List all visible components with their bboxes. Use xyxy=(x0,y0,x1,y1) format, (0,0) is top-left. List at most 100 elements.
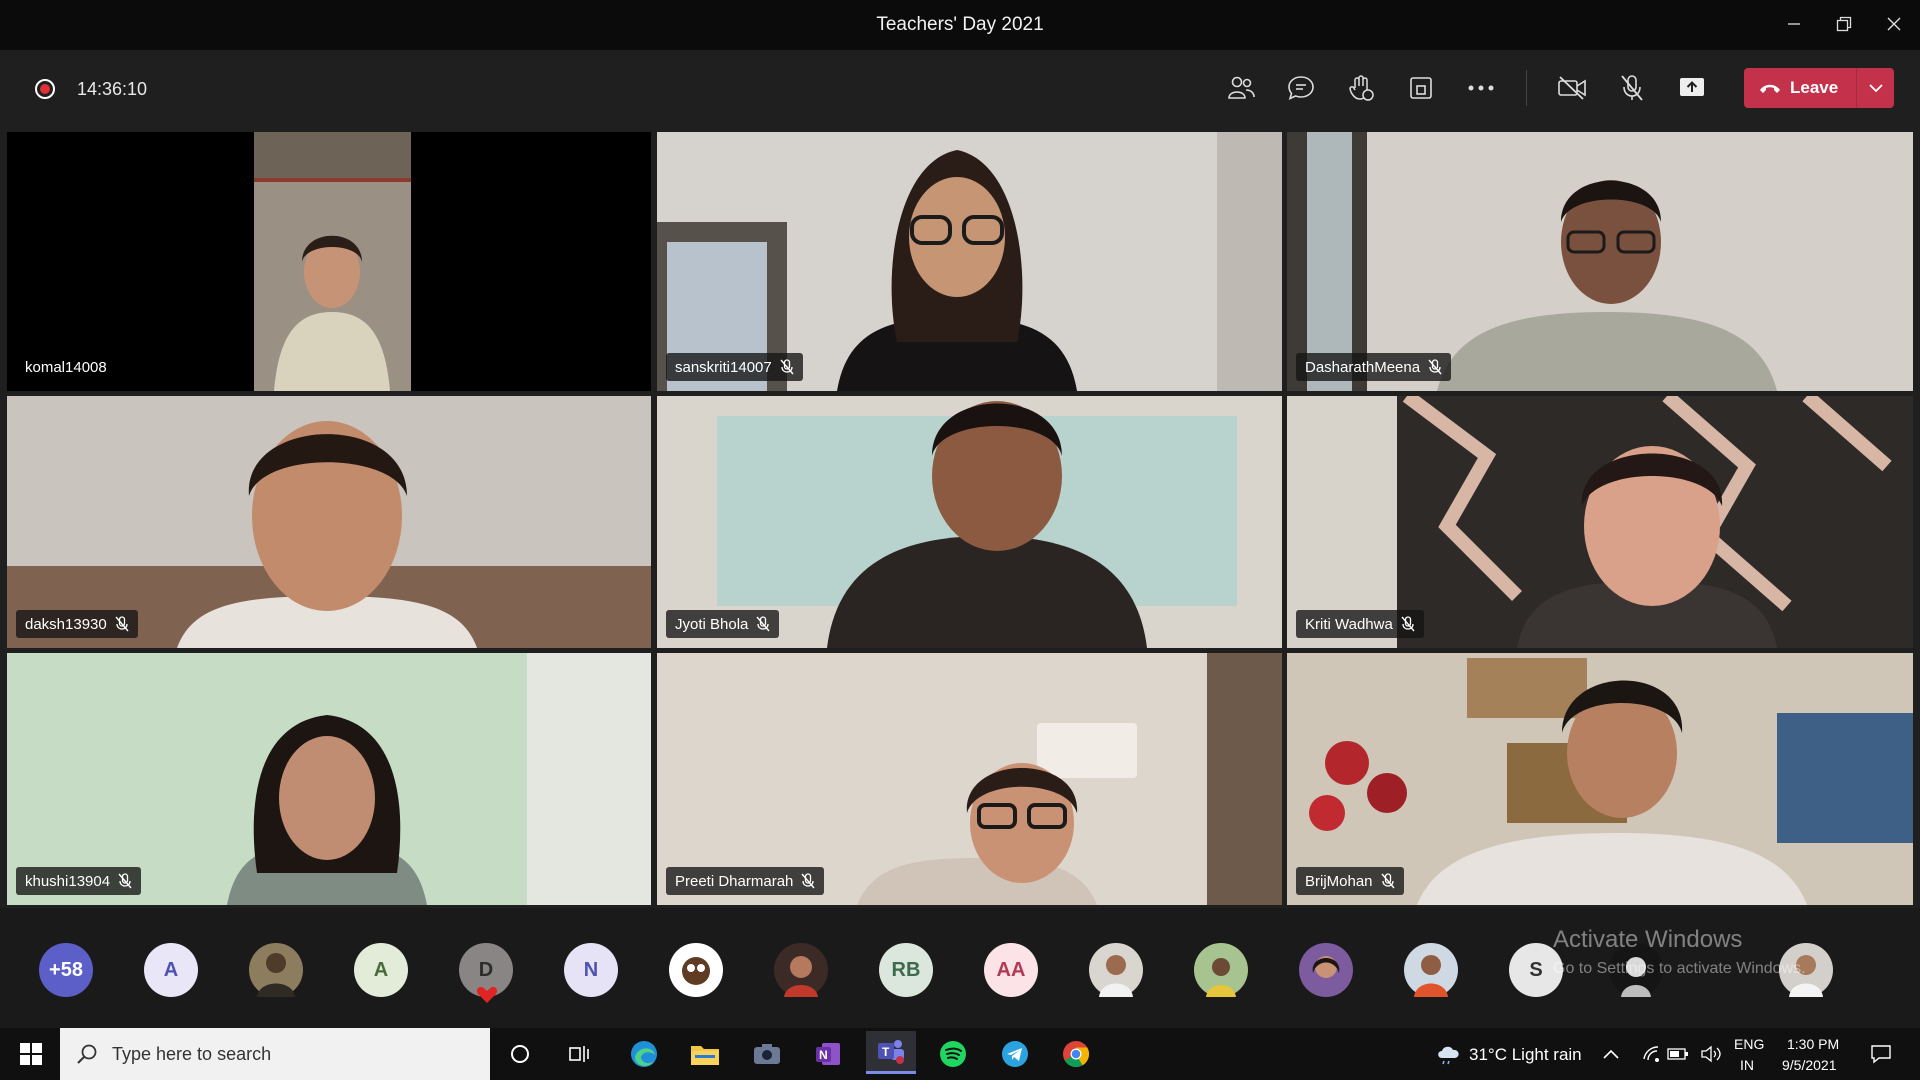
video-tile[interactable]: komal14008 xyxy=(7,132,651,391)
participant-name: Jyoti Bhola xyxy=(675,615,749,633)
mic-off-icon xyxy=(756,616,770,632)
leave-button[interactable]: Leave xyxy=(1744,68,1856,108)
restore-icon xyxy=(1836,16,1852,32)
more-icon xyxy=(1468,85,1494,91)
leave-options-button[interactable] xyxy=(1857,83,1894,93)
camera-off-icon xyxy=(1558,76,1586,100)
clock-time[interactable]: 1:30 PM xyxy=(1787,1036,1839,1052)
close-button[interactable] xyxy=(1874,8,1914,40)
clock-date[interactable]: 9/5/2021 xyxy=(1782,1057,1837,1073)
participant-avatar-photo[interactable] xyxy=(1404,943,1458,997)
camera-icon xyxy=(754,1044,780,1064)
meeting-timer: 14:36:10 xyxy=(77,79,148,99)
raise-hand-icon xyxy=(1349,75,1374,101)
leave-button-group: Leave xyxy=(1744,68,1894,108)
participant-avatar[interactable]: A xyxy=(144,943,198,997)
cortana-button[interactable] xyxy=(495,1034,545,1074)
participants-button[interactable] xyxy=(1221,68,1261,108)
cloud-rain-icon xyxy=(1438,1046,1459,1065)
video-tile[interactable]: BrijMohan xyxy=(1287,653,1913,905)
camera-toggle-button[interactable] xyxy=(1552,68,1592,108)
hangup-icon xyxy=(1760,84,1780,93)
edge-icon xyxy=(631,1041,657,1067)
taskbar-telegram[interactable] xyxy=(990,1034,1040,1074)
avatar-photo xyxy=(1099,955,1133,997)
taskbar-chrome[interactable] xyxy=(1051,1034,1101,1074)
video-tile[interactable]: Jyoti Bhola xyxy=(657,396,1282,648)
chevron-down-icon xyxy=(1868,83,1883,92)
more-actions-button[interactable] xyxy=(1461,68,1501,108)
participant-name: khushi13904 xyxy=(25,872,111,890)
participant-avatar-photo[interactable] xyxy=(1299,943,1353,997)
participant-avatar-photo[interactable] xyxy=(774,943,828,997)
teams-icon: T xyxy=(878,1040,904,1064)
participant-avatar[interactable]: RB xyxy=(879,943,933,997)
participant-name-tag: daksh13930 xyxy=(16,610,138,638)
mic-off-icon xyxy=(1401,616,1415,632)
mic-off-icon xyxy=(118,873,132,889)
video-tile[interactable]: daksh13930 xyxy=(7,396,651,648)
weather-text: 31°C Light rain xyxy=(1469,1045,1582,1064)
participant-name: BrijMohan xyxy=(1305,872,1373,890)
participant-avatar-photo[interactable] xyxy=(249,943,303,997)
avatar-photo xyxy=(682,957,710,985)
participant-avatar[interactable]: A xyxy=(354,943,408,997)
taskbar-spotify[interactable] xyxy=(928,1034,978,1074)
telegram-icon xyxy=(1002,1041,1028,1067)
chevron-up-icon xyxy=(1603,1049,1619,1059)
minimize-button[interactable] xyxy=(1774,8,1814,40)
taskbar-camera[interactable] xyxy=(742,1034,792,1074)
overflow-participants-button[interactable]: +58 xyxy=(39,943,93,997)
taskbar-onenote[interactable]: N xyxy=(803,1034,853,1074)
video-tile[interactable]: DasharathMeena xyxy=(1287,132,1913,391)
tray-overflow-button[interactable] xyxy=(1596,1034,1626,1074)
close-icon xyxy=(1887,17,1901,31)
mic-toggle-button[interactable] xyxy=(1612,68,1652,108)
activate-windows-subtitle: Go to Settings to activate Windows. xyxy=(1553,960,1806,977)
avatar-photo xyxy=(1414,955,1448,997)
spotify-icon xyxy=(940,1041,966,1067)
notification-icon xyxy=(1871,1045,1891,1064)
taskbar-search[interactable]: Type here to search xyxy=(60,1028,490,1080)
battery-button[interactable] xyxy=(1663,1034,1693,1074)
participant-name: Kriti Wadhwa xyxy=(1305,615,1393,633)
task-view-icon xyxy=(569,1046,589,1062)
video-tile[interactable]: Preeti Dharmarah xyxy=(657,653,1282,905)
participant-avatar[interactable]: N xyxy=(564,943,618,997)
video-tile[interactable]: khushi13904 xyxy=(7,653,651,905)
start-button[interactable] xyxy=(6,1034,56,1074)
participant-name: daksh13930 xyxy=(25,615,107,633)
participant-name: Preeti Dharmarah xyxy=(675,872,794,890)
taskbar-edge[interactable] xyxy=(619,1034,669,1074)
participant-name-tag: BrijMohan xyxy=(1296,867,1404,895)
avatar-photo xyxy=(784,956,818,997)
participant-name-tag: khushi13904 xyxy=(16,867,142,895)
mic-off-icon xyxy=(780,359,794,375)
chat-button[interactable] xyxy=(1281,68,1321,108)
participant-avatar-photo[interactable] xyxy=(669,943,723,997)
participant-avatar[interactable]: AA xyxy=(984,943,1038,997)
restore-button[interactable] xyxy=(1824,8,1864,40)
participant-name-tag: komal14008 xyxy=(16,353,116,381)
minimize-icon xyxy=(1788,23,1800,25)
reactions-button[interactable] xyxy=(1341,68,1381,108)
share-button[interactable] xyxy=(1672,68,1712,108)
rooms-button[interactable] xyxy=(1401,68,1441,108)
task-view-button[interactable] xyxy=(555,1034,605,1074)
action-center-button[interactable] xyxy=(1856,1034,1906,1074)
taskbar-file-explorer[interactable] xyxy=(680,1034,730,1074)
taskbar-teams[interactable]: T xyxy=(866,1031,916,1074)
video-tile[interactable]: sanskriti14007 xyxy=(657,132,1282,391)
heart-reaction-icon xyxy=(476,986,498,1003)
participant-avatar-photo[interactable] xyxy=(1194,943,1248,997)
weather-widget[interactable] xyxy=(1424,1034,1474,1074)
leave-label: Leave xyxy=(1790,78,1839,97)
video-tile[interactable]: Kriti Wadhwa xyxy=(1287,396,1913,648)
participant-avatar-photo[interactable] xyxy=(1089,943,1143,997)
windows-logo-icon xyxy=(20,1043,42,1065)
mic-off-icon xyxy=(1380,873,1395,889)
onenote-icon: N xyxy=(816,1043,840,1065)
svg-text:N: N xyxy=(819,1048,828,1062)
svg-text:T: T xyxy=(882,1045,890,1059)
volume-button[interactable] xyxy=(1696,1034,1726,1074)
